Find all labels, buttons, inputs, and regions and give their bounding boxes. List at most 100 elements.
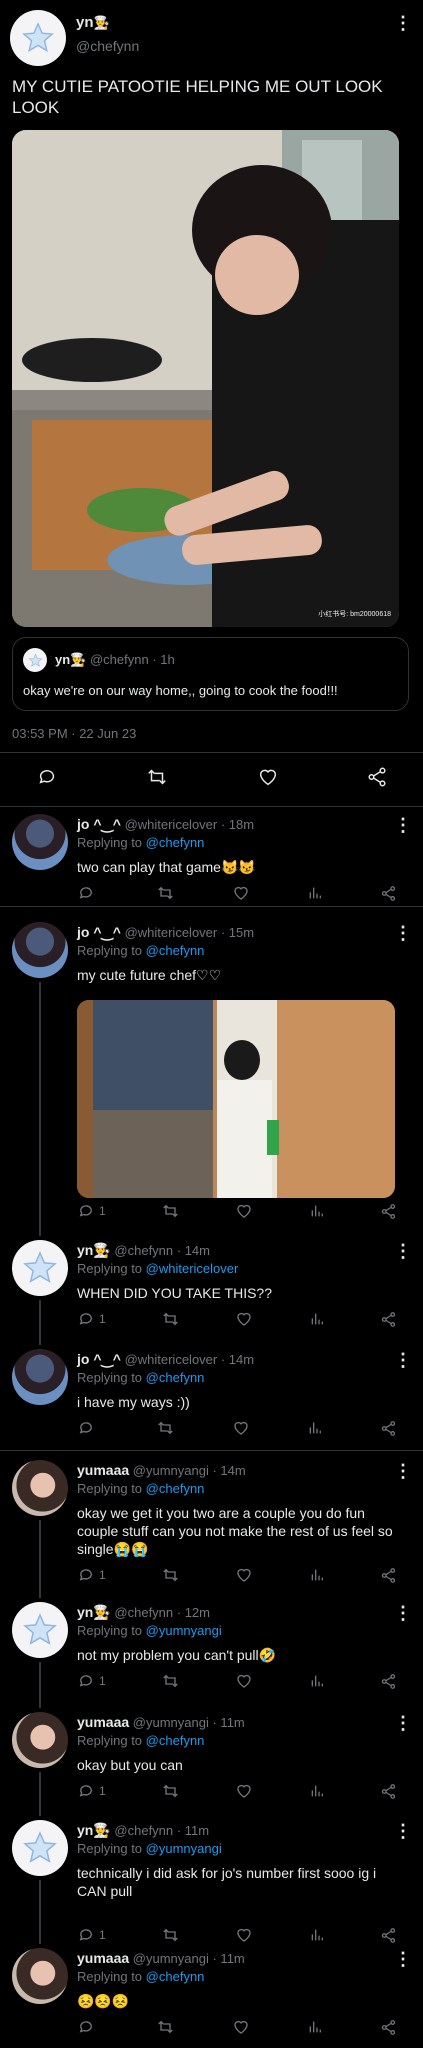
share-button[interactable] <box>380 1927 397 1944</box>
reply-avatar[interactable] <box>12 1820 68 1876</box>
reply-author-name[interactable]: jo ^‿^ <box>77 924 121 940</box>
more-icon[interactable]: ⋮ <box>394 1822 412 1840</box>
more-icon[interactable]: ⋮ <box>394 14 412 32</box>
quoted-tweet[interactable]: yn👨‍🍳 @chefynn · 1h okay we're on our wa… <box>12 637 409 711</box>
reply-author-name[interactable]: yn👨‍🍳 <box>77 1242 111 1258</box>
replying-to-handle[interactable]: @chefynn <box>146 1733 205 1748</box>
share-button[interactable] <box>366 766 388 788</box>
retweet-button[interactable] <box>156 884 175 902</box>
views-button[interactable] <box>309 1783 325 1799</box>
retweet-button[interactable] <box>161 1926 180 1944</box>
reply-author-handle[interactable]: @whitericelover <box>125 817 218 832</box>
more-icon[interactable]: ⋮ <box>394 816 412 834</box>
views-button[interactable] <box>307 885 323 901</box>
reply-author-handle[interactable]: @whitericelover <box>125 925 218 940</box>
reply-author-name[interactable]: yn👨‍🍳 <box>77 1822 111 1838</box>
reply-button[interactable] <box>77 884 99 902</box>
like-button[interactable] <box>232 2018 250 2036</box>
more-icon[interactable]: ⋮ <box>394 1351 412 1369</box>
like-button[interactable] <box>235 1926 253 1944</box>
author-name[interactable]: yn👨‍🍳 <box>76 14 110 31</box>
share-button[interactable] <box>380 1420 397 1437</box>
reply-author-handle[interactable]: @yumnyangi <box>133 1463 209 1478</box>
reply-author-handle[interactable]: @chefynn <box>114 1605 173 1620</box>
reply-author-name[interactable]: jo ^‿^ <box>77 816 121 832</box>
reply-button[interactable]: 1 <box>77 1672 106 1690</box>
reply-author-handle[interactable]: @chefynn <box>114 1823 173 1838</box>
reply-author-name[interactable]: yn👨‍🍳 <box>77 1604 111 1620</box>
more-icon[interactable]: ⋮ <box>394 1242 412 1260</box>
replying-to-handle[interactable]: @chefynn <box>146 1370 205 1385</box>
like-button[interactable] <box>235 1672 253 1690</box>
more-icon[interactable]: ⋮ <box>394 1714 412 1732</box>
like-button[interactable] <box>235 1566 253 1584</box>
reply-author-handle[interactable]: @whitericelover <box>125 1352 218 1367</box>
retweet-button[interactable] <box>161 1310 180 1328</box>
more-icon[interactable]: ⋮ <box>394 1604 412 1622</box>
replying-to-handle[interactable]: @chefynn <box>146 943 205 958</box>
like-button[interactable] <box>232 884 250 902</box>
like-button[interactable] <box>257 766 279 788</box>
views-button[interactable] <box>309 1673 325 1689</box>
share-button[interactable] <box>380 1783 397 1800</box>
reply-button[interactable]: 1 <box>77 1926 106 1944</box>
reply-author-name[interactable]: yumaaa <box>77 1950 129 1966</box>
views-button[interactable] <box>309 1311 325 1327</box>
reply-button[interactable] <box>77 1419 99 1437</box>
retweet-button[interactable] <box>161 1202 180 1220</box>
more-icon[interactable]: ⋮ <box>394 924 412 942</box>
reply-avatar[interactable] <box>12 1948 68 2004</box>
replying-to-handle[interactable]: @yumnyangi <box>146 1841 222 1856</box>
share-button[interactable] <box>380 1311 397 1328</box>
reply-avatar[interactable] <box>12 814 68 870</box>
views-button[interactable] <box>307 2019 323 2035</box>
retweet-button[interactable] <box>161 1782 180 1800</box>
retweet-button[interactable] <box>156 2018 175 2036</box>
reply-author-handle[interactable]: @yumnyangi <box>133 1715 209 1730</box>
replying-to-handle[interactable]: @chefynn <box>146 1481 205 1496</box>
more-icon[interactable]: ⋮ <box>394 1462 412 1480</box>
retweet-button[interactable] <box>145 766 169 788</box>
share-button[interactable] <box>380 885 397 902</box>
author-handle[interactable]: @chefynn <box>76 38 139 54</box>
reply-author-handle[interactable]: @chefynn <box>114 1243 173 1258</box>
retweet-button[interactable] <box>161 1566 180 1584</box>
views-button[interactable] <box>309 1567 325 1583</box>
reply-avatar[interactable] <box>12 922 68 978</box>
reply-button[interactable] <box>36 766 58 788</box>
retweet-button[interactable] <box>161 1672 180 1690</box>
like-button[interactable] <box>235 1310 253 1328</box>
views-button[interactable] <box>309 1927 325 1943</box>
reply-button[interactable]: 1 <box>77 1566 106 1584</box>
views-button[interactable] <box>307 1420 323 1436</box>
reply-image[interactable] <box>77 1000 395 1198</box>
like-button[interactable] <box>232 1419 250 1437</box>
reply-author-name[interactable]: jo ^‿^ <box>77 1351 121 1367</box>
reply-author-name[interactable]: yumaaa <box>77 1714 129 1730</box>
replying-to-handle[interactable]: @whitericelover <box>146 1261 239 1276</box>
reply-avatar[interactable] <box>12 1602 68 1658</box>
avatar[interactable] <box>10 10 66 66</box>
reply-button[interactable]: 1 <box>77 1310 106 1328</box>
reply-avatar[interactable] <box>12 1349 68 1405</box>
share-button[interactable] <box>380 1673 397 1690</box>
replying-to-handle[interactable]: @yumnyangi <box>146 1623 222 1638</box>
views-button[interactable] <box>309 1203 325 1219</box>
tweet-image[interactable]: 小红书号: bm20000618 <box>12 130 399 627</box>
like-button[interactable] <box>235 1202 253 1220</box>
reply-author-handle[interactable]: @yumnyangi <box>133 1951 209 1966</box>
reply-button[interactable]: 1 <box>77 1202 106 1220</box>
reply-button[interactable]: 1 <box>77 1782 106 1800</box>
replying-to-handle[interactable]: @chefynn <box>146 835 205 850</box>
reply-button[interactable] <box>77 2018 99 2036</box>
reply-avatar[interactable] <box>12 1712 68 1768</box>
reply-avatar[interactable] <box>12 1460 68 1516</box>
reply-author-name[interactable]: yumaaa <box>77 1462 129 1478</box>
like-button[interactable] <box>235 1782 253 1800</box>
replying-to-handle[interactable]: @chefynn <box>146 1969 205 1984</box>
share-button[interactable] <box>380 1203 397 1220</box>
retweet-button[interactable] <box>156 1419 175 1437</box>
share-button[interactable] <box>380 1567 397 1584</box>
reply-avatar[interactable] <box>12 1240 68 1296</box>
share-button[interactable] <box>380 2019 397 2036</box>
